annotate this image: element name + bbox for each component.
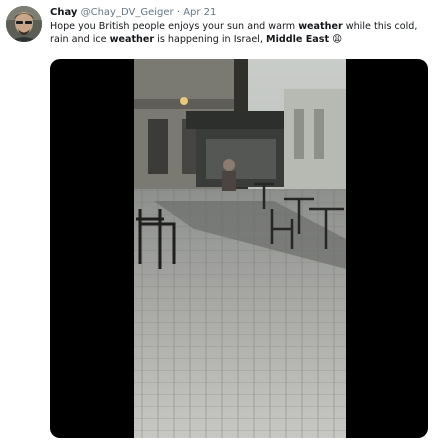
header-separator: · (176, 7, 181, 18)
highlighted-term: weather (298, 21, 343, 32)
text-segment: Hope you British people enjoys your sun … (50, 21, 299, 32)
tweet-date[interactable]: Apr 21 (183, 7, 216, 18)
video-player[interactable] (50, 59, 428, 438)
tweet-text: Hope you British people enjoys your sun … (50, 20, 430, 46)
user-handle[interactable]: @Chay_DV_Geiger (81, 7, 174, 18)
avatar-image (6, 6, 42, 42)
display-name[interactable]: Chay (50, 7, 77, 18)
tweet-header: Chay @Chay_DV_Geiger · Apr 21 (50, 6, 216, 20)
tweet[interactable]: Chay @Chay_DV_Geiger · Apr 21 Hope you B… (0, 0, 438, 445)
highlighted-term: weather (109, 34, 155, 46)
text-segment: is happening in Israel, (154, 34, 267, 46)
video-frame (134, 59, 346, 438)
avatar[interactable] (6, 6, 42, 42)
highlighted-term: Middle East (266, 34, 330, 46)
weary-face-emoji: 😩 (332, 34, 343, 46)
